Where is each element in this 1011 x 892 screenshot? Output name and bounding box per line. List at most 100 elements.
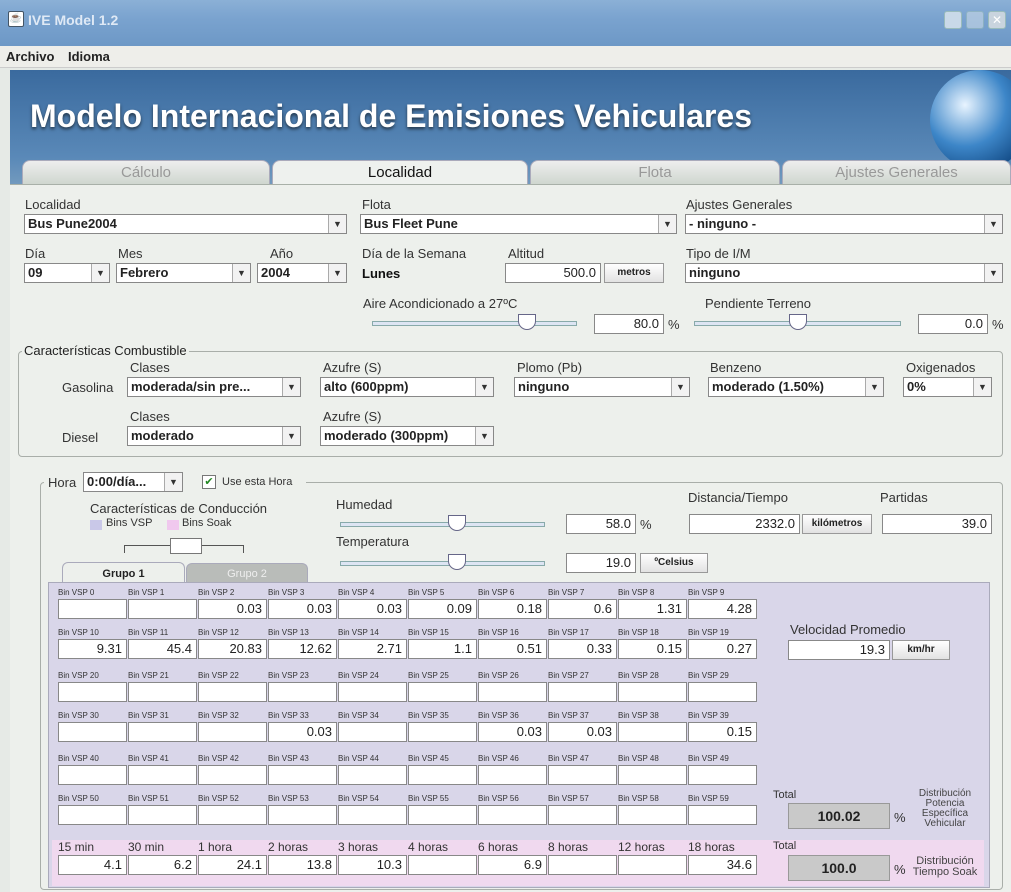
vsp-bin-input[interactable]	[268, 805, 337, 825]
soak-bin-input[interactable]	[548, 855, 617, 875]
soak-bin-input[interactable]: 10.3	[338, 855, 407, 875]
vsp-bin-input[interactable]: 0.6	[548, 599, 617, 619]
vsp-bin-input[interactable]	[408, 765, 477, 785]
vsp-bin-input[interactable]: 0.03	[198, 599, 267, 619]
soak-bin-input[interactable]: 6.2	[128, 855, 197, 875]
vsp-bin-input[interactable]	[618, 805, 687, 825]
vsp-bin-input[interactable]	[338, 765, 407, 785]
vsp-bin-input[interactable]	[478, 805, 547, 825]
vsp-bin-input[interactable]	[128, 765, 197, 785]
vsp-bin-input[interactable]	[198, 722, 267, 742]
humedad-slider[interactable]	[340, 515, 545, 531]
vsp-bin-input[interactable]	[548, 682, 617, 702]
soak-bin-input[interactable]	[618, 855, 687, 875]
altitud-unit-button[interactable]: metros	[604, 263, 664, 283]
partidas-input[interactable]: 39.0	[882, 514, 992, 534]
flota-select[interactable]: Bus Fleet Pune ▼	[360, 214, 677, 234]
velocidad-input[interactable]: 19.3	[788, 640, 890, 660]
slider-thumb[interactable]	[448, 515, 466, 531]
minimize-button[interactable]	[944, 11, 962, 29]
vsp-bin-input[interactable]	[338, 722, 407, 742]
soak-bin-input[interactable]: 6.9	[478, 855, 547, 875]
vsp-bin-input[interactable]	[548, 805, 617, 825]
hora-select[interactable]: 0:00/día... ▼	[83, 472, 183, 492]
vsp-bin-input[interactable]	[198, 682, 267, 702]
pendiente-slider[interactable]	[694, 314, 901, 330]
vsp-bin-input[interactable]	[548, 765, 617, 785]
vsp-bin-input[interactable]	[408, 682, 477, 702]
vsp-bin-input[interactable]: 9.31	[58, 639, 127, 659]
vsp-bin-input[interactable]	[338, 682, 407, 702]
vsp-bin-input[interactable]	[58, 805, 127, 825]
vsp-bin-input[interactable]: 0.03	[478, 722, 547, 742]
aire-input[interactable]: 80.0	[594, 314, 664, 334]
close-button[interactable]: ✕	[988, 11, 1006, 29]
temperatura-input[interactable]: 19.0	[566, 553, 636, 573]
anio-select[interactable]: 2004 ▼	[257, 263, 347, 283]
vsp-bin-input[interactable]	[618, 765, 687, 785]
humedad-input[interactable]: 58.0	[566, 514, 636, 534]
tab-localidad[interactable]: Localidad	[272, 160, 528, 186]
distancia-unit-button[interactable]: kilómetros	[802, 514, 872, 534]
tab-grupo-2[interactable]: Grupo 2	[186, 563, 308, 584]
vsp-bin-input[interactable]: 0.33	[548, 639, 617, 659]
temperatura-slider[interactable]	[340, 554, 545, 570]
gasolina-plomo-select[interactable]: ninguno ▼	[514, 377, 690, 397]
vsp-bin-input[interactable]	[688, 682, 757, 702]
vsp-bin-input[interactable]	[268, 765, 337, 785]
ajustes-select[interactable]: - ninguno - ▼	[685, 214, 1003, 234]
menu-archivo[interactable]: Archivo	[6, 49, 54, 64]
vsp-bin-input[interactable]: 12.62	[268, 639, 337, 659]
vsp-bin-input[interactable]: 0.09	[408, 599, 477, 619]
velocidad-unit-button[interactable]: km/hr	[892, 640, 950, 660]
vsp-bin-input[interactable]	[58, 765, 127, 785]
vsp-bin-input[interactable]	[338, 805, 407, 825]
gasolina-azufre-select[interactable]: alto (600ppm) ▼	[320, 377, 494, 397]
slider-thumb[interactable]	[448, 554, 466, 570]
vsp-bin-input[interactable]	[128, 682, 197, 702]
vsp-bin-input[interactable]	[478, 682, 547, 702]
vsp-bin-input[interactable]: 0.18	[478, 599, 547, 619]
vsp-bin-input[interactable]: 0.27	[688, 639, 757, 659]
mes-select[interactable]: Febrero ▼	[116, 263, 251, 283]
vsp-bin-input[interactable]	[478, 765, 547, 785]
vsp-bin-input[interactable]: 4.28	[688, 599, 757, 619]
temperatura-unit-button[interactable]: ºCelsius	[640, 553, 708, 573]
vsp-bin-input[interactable]	[408, 722, 477, 742]
diesel-azufre-select[interactable]: moderado (300ppm) ▼	[320, 426, 494, 446]
vsp-bin-input[interactable]: 1.1	[408, 639, 477, 659]
maximize-button[interactable]	[966, 11, 984, 29]
soak-bin-input[interactable]	[408, 855, 477, 875]
vsp-bin-input[interactable]: 1.31	[618, 599, 687, 619]
aire-slider[interactable]	[372, 314, 577, 330]
vsp-bin-input[interactable]: 0.51	[478, 639, 547, 659]
group-toggle-switch[interactable]	[170, 538, 202, 554]
diesel-clase-select[interactable]: moderado ▼	[127, 426, 301, 446]
gasolina-oxigenados-select[interactable]: 0% ▼	[903, 377, 992, 397]
vsp-bin-input[interactable]: 45.4	[128, 639, 197, 659]
use-hora-checkbox[interactable]: ✔	[202, 475, 216, 489]
localidad-select[interactable]: Bus Pune2004 ▼	[24, 214, 347, 234]
vsp-bin-input[interactable]: 0.15	[688, 722, 757, 742]
soak-bin-input[interactable]: 4.1	[58, 855, 127, 875]
slider-thumb[interactable]	[518, 314, 536, 330]
pendiente-input[interactable]: 0.0	[918, 314, 988, 334]
tab-calculo[interactable]: Cálculo	[22, 160, 270, 184]
vsp-bin-input[interactable]: 0.03	[338, 599, 407, 619]
vsp-bin-input[interactable]	[408, 805, 477, 825]
soak-bin-input[interactable]: 24.1	[198, 855, 267, 875]
vsp-bin-input[interactable]: 2.71	[338, 639, 407, 659]
gasolina-benzeno-select[interactable]: moderado (1.50%) ▼	[708, 377, 884, 397]
vsp-bin-input[interactable]: 0.03	[268, 599, 337, 619]
vsp-bin-input[interactable]: 0.15	[618, 639, 687, 659]
slider-thumb[interactable]	[789, 314, 807, 330]
distancia-input[interactable]: 2332.0	[689, 514, 800, 534]
vsp-bin-input[interactable]	[268, 682, 337, 702]
menu-idioma[interactable]: Idioma	[68, 49, 110, 64]
vsp-bin-input[interactable]	[618, 722, 687, 742]
altitud-input[interactable]: 500.0	[505, 263, 601, 283]
tipo-im-select[interactable]: ninguno ▼	[685, 263, 1003, 283]
vsp-bin-input[interactable]	[58, 682, 127, 702]
vsp-bin-input[interactable]	[128, 805, 197, 825]
tab-ajustes-generales[interactable]: Ajustes Generales	[782, 160, 1011, 184]
